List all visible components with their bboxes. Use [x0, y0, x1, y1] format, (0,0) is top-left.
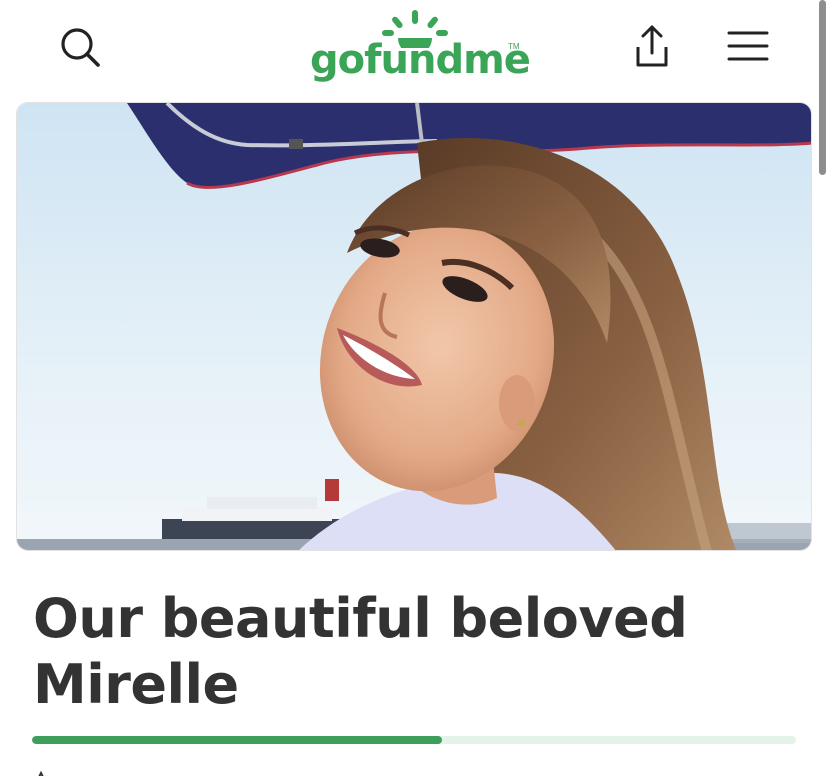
- share-icon: [636, 25, 668, 67]
- hamburger-menu-icon: [727, 31, 769, 61]
- logo-trademark: TM: [508, 42, 520, 51]
- donation-progress-bar: [32, 736, 796, 744]
- scrollbar[interactable]: [819, 0, 826, 175]
- gofundme-logo[interactable]: gofundme TM: [300, 8, 531, 88]
- truncated-amount-text: [34, 766, 48, 776]
- campaign-title: Our beautiful beloved Mirelle: [33, 587, 688, 716]
- share-button[interactable]: [626, 20, 678, 72]
- search-icon: [61, 28, 100, 67]
- campaign-page: gofundme TM Our beautiful beloved Mirell…: [0, 0, 828, 776]
- menu-button[interactable]: [722, 22, 774, 70]
- campaign-hero-image[interactable]: [16, 102, 812, 551]
- top-header: gofundme TM: [0, 0, 828, 100]
- campaign-photo: [17, 103, 811, 550]
- donation-progress-fill: [32, 736, 443, 744]
- search-button[interactable]: [54, 22, 106, 72]
- logo-wordmark: gofundme: [310, 37, 531, 83]
